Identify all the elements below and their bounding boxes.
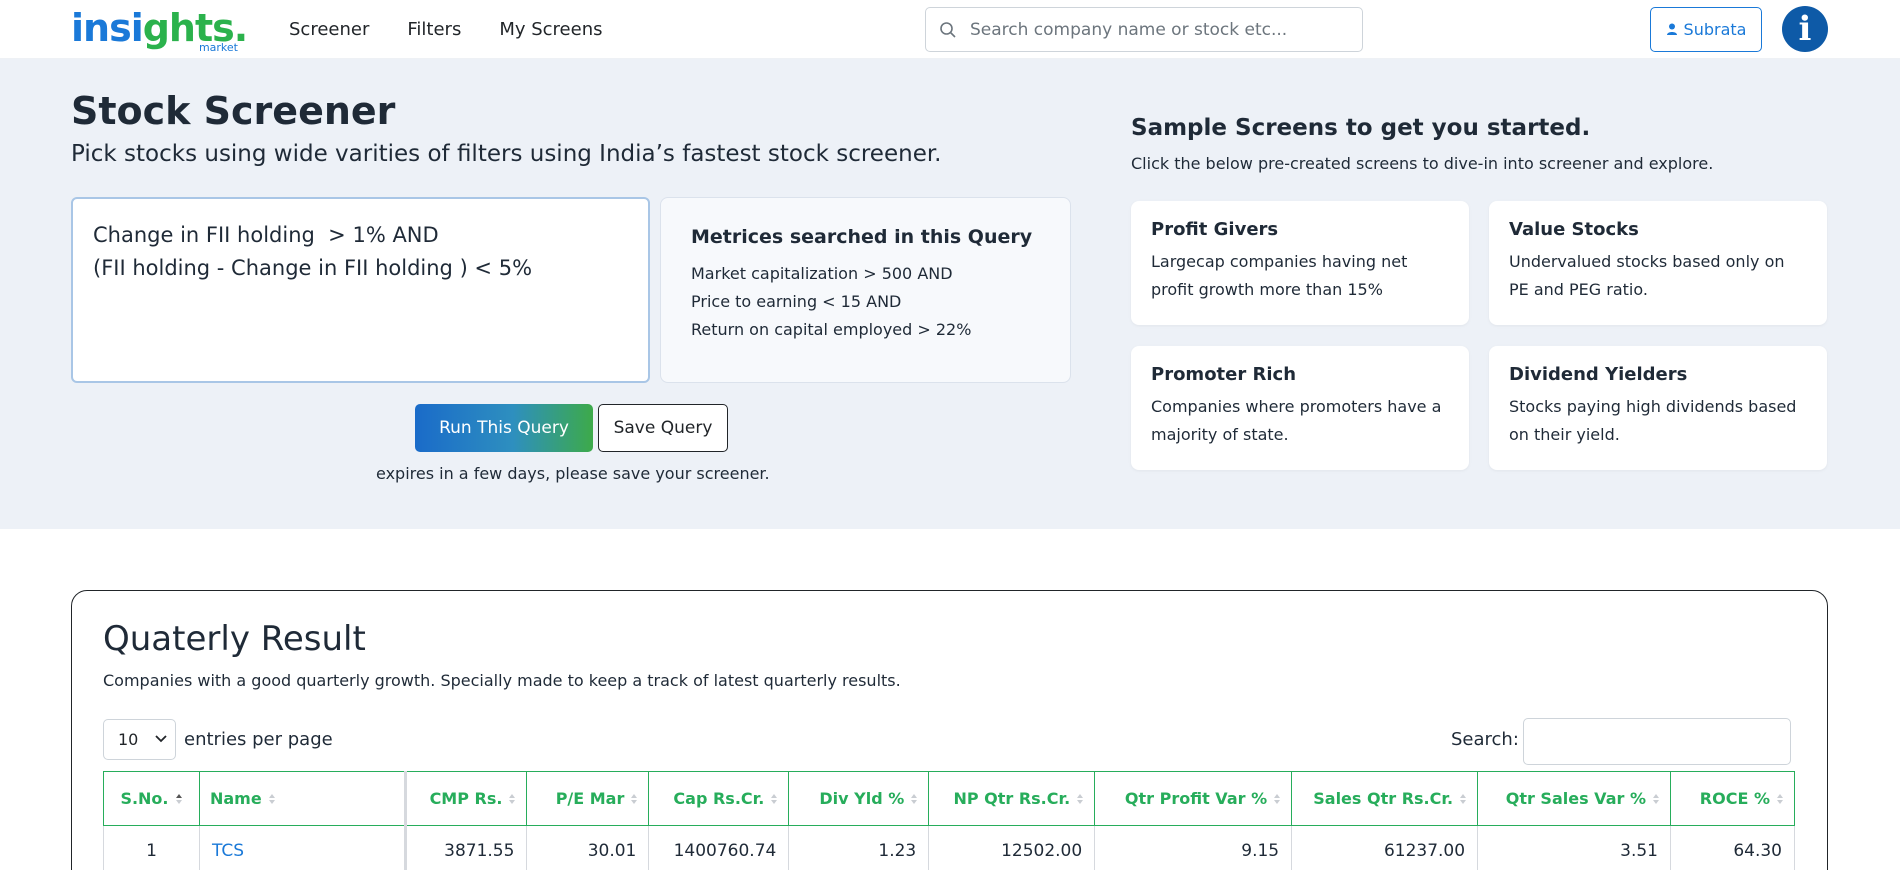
sample-card-dividend-yielders[interactable]: Dividend Yielders Stocks paying high div… xyxy=(1489,346,1827,470)
cell-pe: 30.01 xyxy=(526,825,650,870)
sort-icon xyxy=(1076,790,1084,809)
table-header-row: S.No. Name CMP Rs. P/E Mar Cap Rs.Cr. Di… xyxy=(103,771,1796,826)
sort-icon xyxy=(1652,790,1660,809)
nav-screener[interactable]: Screener xyxy=(289,19,369,40)
entries-label: entries per page xyxy=(184,729,333,750)
column-header-div-yld[interactable]: Div Yld % xyxy=(788,771,930,826)
sort-icon xyxy=(1459,790,1467,809)
column-header-cap[interactable]: Cap Rs.Cr. xyxy=(648,771,790,826)
quarterly-result-panel: Quaterly Result Companies with a good qu… xyxy=(71,590,1828,870)
global-search xyxy=(925,7,1363,52)
column-header-qtr-sales-var[interactable]: Qtr Sales Var % xyxy=(1477,771,1671,826)
query-line: (FII holding - Change in FII holding ) <… xyxy=(93,256,533,280)
result-subtitle: Companies with a good quarterly growth. … xyxy=(103,671,901,690)
cell-cmp: 3871.55 xyxy=(404,825,528,870)
table-row: 1 TCS 3871.55 30.01 1400760.74 1.23 1250… xyxy=(103,825,1796,870)
cell-sales-qtr: 61237.00 xyxy=(1291,825,1479,870)
card-title: Value Stocks xyxy=(1509,219,1639,240)
card-description: Undervalued stocks based only on PE and … xyxy=(1509,252,1785,299)
sample-screens-title: Sample Screens to get you started. xyxy=(1131,115,1591,141)
metrics-panel: Metrices searched in this Query Market c… xyxy=(660,197,1071,383)
sort-asc-icon xyxy=(175,790,183,809)
page-subtitle: Pick stocks using wide varities of filte… xyxy=(71,141,942,167)
metric-item: Return on capital employed > 22% xyxy=(691,320,972,339)
column-header-name[interactable]: Name xyxy=(198,771,407,826)
metric-item: Price to earning < 15 AND xyxy=(691,292,902,311)
entries-select[interactable]: 10 xyxy=(103,719,176,760)
card-description: Companies where promoters have a majorit… xyxy=(1151,397,1442,444)
column-header-sales-qtr[interactable]: Sales Qtr Rs.Cr. xyxy=(1291,771,1479,826)
cell-roce: 64.30 xyxy=(1669,825,1796,870)
results-table: S.No. Name CMP Rs. P/E Mar Cap Rs.Cr. Di… xyxy=(103,771,1796,870)
metrics-title: Metrices searched in this Query xyxy=(691,226,1033,248)
nav-my-screens[interactable]: My Screens xyxy=(499,19,602,40)
card-description: Largecap companies having net profit gro… xyxy=(1151,252,1408,299)
sample-card-promoter-rich[interactable]: Promoter Rich Companies where promoters … xyxy=(1131,346,1469,470)
main-nav: Screener Filters My Screens xyxy=(289,0,641,59)
chevron-down-icon xyxy=(155,735,167,743)
table-search-input[interactable] xyxy=(1523,718,1791,765)
user-name: Subrata xyxy=(1683,20,1747,39)
sort-icon xyxy=(630,790,638,809)
company-link[interactable]: TCS xyxy=(212,841,244,861)
table-search-label: Search: xyxy=(1451,729,1519,750)
sort-icon xyxy=(508,790,516,809)
column-header-cmp[interactable]: CMP Rs. xyxy=(404,771,528,826)
cell-qtr-sales-var: 3.51 xyxy=(1477,825,1671,870)
insights-avatar[interactable]: i xyxy=(1782,6,1828,52)
metric-item: Market capitalization > 500 AND xyxy=(691,264,953,283)
cell-sno: 1 xyxy=(103,825,200,870)
column-header-roce[interactable]: ROCE % xyxy=(1669,771,1796,826)
sort-icon xyxy=(1273,790,1281,809)
save-query-button[interactable]: Save Query xyxy=(598,404,728,452)
cell-np-qtr: 12502.00 xyxy=(928,825,1096,870)
cell-name: TCS xyxy=(198,825,407,870)
cell-qtr-profit-var: 9.15 xyxy=(1094,825,1293,870)
sort-icon xyxy=(770,790,778,809)
card-title: Profit Givers xyxy=(1151,219,1279,240)
cell-div-yld: 1.23 xyxy=(788,825,930,870)
search-icon xyxy=(940,22,956,38)
run-query-button[interactable]: Run This Query xyxy=(415,404,593,452)
logo-subtext: market xyxy=(198,41,238,54)
column-header-pe[interactable]: P/E Mar xyxy=(526,771,650,826)
result-title: Quaterly Result xyxy=(103,619,366,659)
page-title: Stock Screener xyxy=(71,89,396,133)
sort-icon xyxy=(910,790,918,809)
column-header-sno[interactable]: S.No. xyxy=(103,771,200,826)
query-editor[interactable]: Change in FII holding > 1% AND (FII hold… xyxy=(71,197,650,383)
query-line: Change in FII holding > 1% AND xyxy=(93,223,439,247)
entries-per-page: 10 entries per page xyxy=(103,719,333,760)
column-header-np-qtr[interactable]: NP Qtr Rs.Cr. xyxy=(928,771,1096,826)
nav-filters[interactable]: Filters xyxy=(407,19,461,40)
user-account-button[interactable]: Subrata xyxy=(1650,7,1762,52)
sort-icon xyxy=(1776,790,1784,809)
top-navbar: insights. market Screener Filters My Scr… xyxy=(0,0,1900,59)
column-header-qtr-profit-var[interactable]: Qtr Profit Var % xyxy=(1094,771,1293,826)
cell-cap: 1400760.74 xyxy=(648,825,790,870)
sample-card-value-stocks[interactable]: Value Stocks Undervalued stocks based on… xyxy=(1489,201,1827,325)
sample-card-profit-givers[interactable]: Profit Givers Largecap companies having … xyxy=(1131,201,1469,325)
card-description: Stocks paying high dividends based on th… xyxy=(1509,397,1797,444)
sample-screens-subtitle: Click the below pre-created screens to d… xyxy=(1131,154,1714,173)
search-input[interactable] xyxy=(970,16,1350,44)
card-title: Promoter Rich xyxy=(1151,364,1297,385)
insights-logo[interactable]: insights. market xyxy=(71,4,248,54)
sort-icon xyxy=(268,790,276,809)
entries-value: 10 xyxy=(118,730,139,749)
card-title: Dividend Yielders xyxy=(1509,364,1688,385)
screener-hero: Stock Screener Pick stocks using wide va… xyxy=(0,59,1900,529)
expire-note: expires in a few days, please save your … xyxy=(376,464,770,483)
user-icon xyxy=(1666,23,1677,35)
